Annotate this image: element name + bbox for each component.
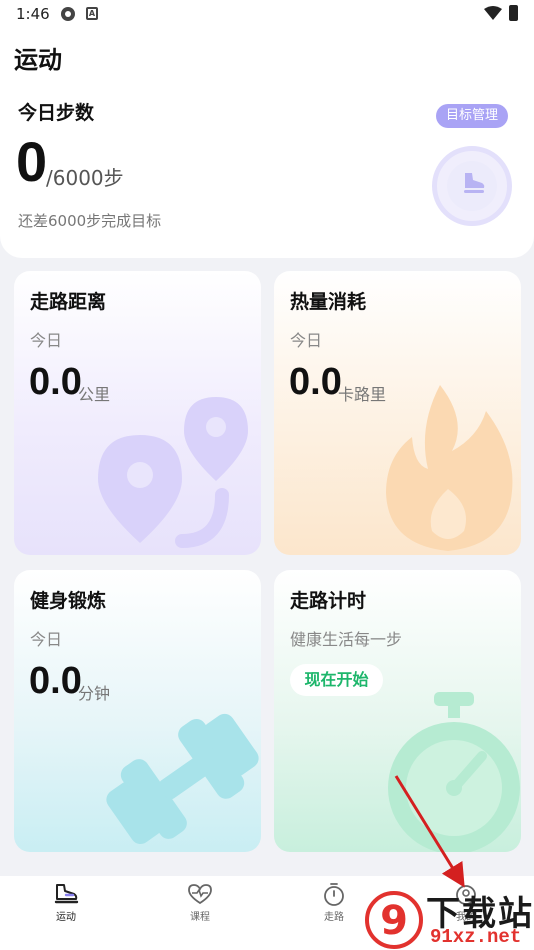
battery-icon (509, 5, 518, 21)
dumbbell-icon (106, 713, 259, 845)
fitness-value: 0.0 (29, 660, 82, 702)
steps-remaining: 还差6000步完成目标 (18, 212, 162, 230)
distance-sub: 今日 (30, 331, 63, 350)
fitness-tile[interactable]: 健身锻炼 今日 0.0 分钟 (14, 570, 261, 852)
page-title: 运动 (14, 46, 62, 74)
map-pin-icon (98, 397, 248, 548)
calories-sub: 今日 (290, 331, 323, 350)
fitness-sub: 今日 (30, 630, 63, 649)
watermark-logo-text: 9 (380, 898, 408, 944)
goal-management-button[interactable]: 目标管理 (436, 104, 508, 128)
stopwatch-icon (388, 692, 520, 852)
calories-title: 热量消耗 (290, 291, 367, 313)
tab-sport[interactable]: 运动 (36, 882, 96, 926)
distance-value: 0.0 (29, 361, 82, 403)
tab-label: 走路 (324, 912, 344, 923)
sync-status-icon (61, 7, 75, 21)
tab-walk[interactable]: 走路 (304, 882, 364, 926)
tab-courses[interactable]: 课程 (170, 882, 230, 926)
heart-pulse-icon (188, 884, 212, 905)
distance-title: 走路距离 (30, 291, 107, 313)
steps-title: 今日步数 (18, 102, 95, 124)
timer-title: 走路计时 (290, 590, 367, 612)
flame-icon (386, 385, 513, 551)
steps-progress-ring (432, 146, 512, 226)
start-now-button[interactable]: 现在开始 (290, 664, 383, 696)
calories-value: 0.0 (289, 361, 342, 403)
steps-value: 0 (16, 130, 48, 193)
timer-sub: 健康生活每一步 (290, 630, 403, 649)
steps-goal: /6000步 (46, 166, 124, 190)
distance-tile[interactable]: 走路距离 今日 0.0 公里 (14, 271, 261, 555)
walk-timer-tile[interactable]: 走路计时 健康生活每一步 现在开始 (274, 570, 521, 852)
site-watermark: 9 下载站 91xz.net (364, 884, 534, 950)
tab-label: 运动 (56, 912, 76, 923)
watermark-logo: 9 (365, 891, 423, 949)
watermark-url: 91xz.net (430, 926, 522, 948)
fitness-title: 健身锻炼 (30, 590, 107, 612)
notification-a-icon: A (86, 7, 98, 20)
status-bar: 1:46 A (0, 0, 534, 30)
stopwatch-icon (324, 883, 344, 906)
status-time: 1:46 (16, 5, 50, 23)
page-header: 运动 (0, 30, 534, 86)
calories-unit: 卡路里 (338, 385, 387, 404)
wifi-icon (484, 6, 502, 20)
calories-tile[interactable]: 热量消耗 今日 0.0 卡路里 (274, 271, 521, 555)
shoe-icon (54, 884, 79, 904)
tab-label: 课程 (190, 912, 210, 923)
shoe-icon (464, 173, 485, 193)
steps-card[interactable]: 今日步数 0 /6000步 还差6000步完成目标 目标管理 (0, 86, 534, 258)
